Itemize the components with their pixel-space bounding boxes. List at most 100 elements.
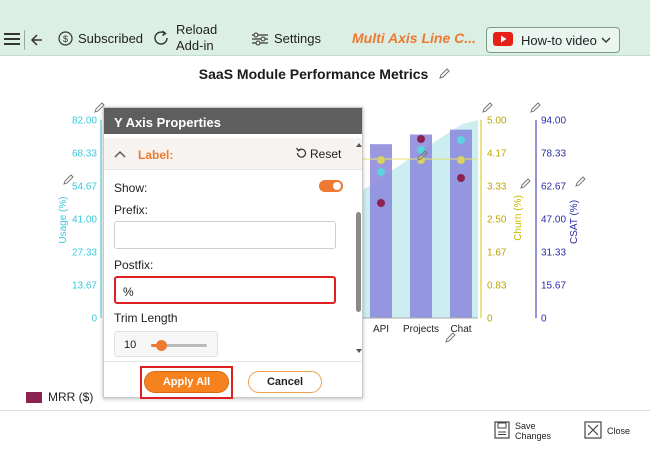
trim-length-label: Trim Length: [114, 311, 178, 325]
trim-length-control: 10: [114, 331, 218, 357]
close-icon: [584, 421, 602, 441]
chevron-down-icon: [600, 34, 612, 49]
trim-slider-handle[interactable]: [156, 340, 167, 351]
csat-tick-label: 31.33: [541, 248, 566, 259]
churn-axis-ticks: 5.00 4.17 3.33 2.50 1.67 0.83 0: [487, 116, 507, 325]
subscribed-label: Subscribed: [78, 31, 144, 46]
save-label-line1: Save: [515, 421, 536, 431]
prefix-input[interactable]: [114, 221, 336, 249]
usage-axis-ticks: 82.00 68.33 54.67 41.00 27.33 13.67 0: [72, 116, 97, 325]
postfix-label: Postfix:: [114, 258, 154, 272]
chart-title-row: SaaS Module Performance Metrics: [0, 66, 650, 83]
trim-length-value[interactable]: 10: [124, 339, 136, 351]
usage-tick-label: 41.00: [72, 215, 97, 226]
close-button[interactable]: Close: [584, 421, 630, 441]
settings-sliders-icon: [252, 32, 268, 46]
usage-tick-label: 68.33: [72, 149, 97, 160]
dollar-circle-icon: $: [58, 31, 73, 46]
toggle-knob: [333, 182, 341, 190]
legend-label-mrr[interactable]: MRR ($): [48, 390, 93, 404]
panel-footer: Apply All Cancel: [104, 361, 362, 399]
usage-tick-label: 27.33: [72, 248, 97, 259]
prefix-label: Prefix:: [114, 203, 149, 217]
csat-tick-label: 0: [541, 314, 547, 325]
app-title: Multi Axis Line C...: [352, 30, 476, 46]
churn-point-chat: [457, 156, 465, 164]
chart-title[interactable]: SaaS Module Performance Metrics: [199, 66, 429, 82]
bottom-bar: Save Changes Close: [0, 410, 650, 468]
back-arrow-icon[interactable]: [24, 30, 43, 50]
cancel-button[interactable]: Cancel: [248, 371, 322, 393]
reload-label-line1: Reload: [176, 22, 218, 37]
reload-label-line2: Add-in: [176, 38, 214, 53]
csat-axis-ticks: 94.00 78.33 62.67 47.00 31.33 15.67 0: [541, 116, 566, 325]
churn-tick-label: 4.17: [487, 149, 507, 160]
mrr-point-chat: [457, 174, 465, 182]
settings-label: Settings: [274, 31, 321, 46]
reload-icon: [152, 29, 170, 47]
churn-tick-label: 3.33: [487, 182, 507, 193]
show-toggle[interactable]: [319, 180, 343, 192]
svg-text:$: $: [63, 34, 68, 44]
csat-tick-label: 62.67: [541, 182, 566, 193]
csat-axis-label[interactable]: CSAT (%): [569, 200, 580, 244]
postfix-input[interactable]: %: [114, 276, 336, 304]
label-section-header[interactable]: Label: Reset: [104, 138, 362, 170]
usage-axis-label[interactable]: Usage (%): [58, 196, 69, 243]
scroll-thumb[interactable]: [356, 212, 361, 312]
csat-tick-label: 15.67: [541, 281, 566, 292]
scroll-down-icon[interactable]: [355, 348, 363, 354]
save-label-line2: Changes: [515, 431, 552, 441]
mrr-point-projects: [417, 135, 425, 143]
save-changes-button[interactable]: Save Changes: [494, 421, 551, 441]
usage-tick-label: 0: [91, 314, 97, 325]
reset-button[interactable]: Reset: [296, 147, 341, 161]
csat-tick-label: 78.33: [541, 149, 566, 160]
csat-tick-label: 47.00: [541, 215, 566, 226]
churn-tick-label: 5.00: [487, 116, 507, 127]
category-label-projects: Projects: [403, 324, 439, 335]
settings-button[interactable]: Settings: [252, 31, 321, 46]
churn-point-api: [377, 156, 385, 164]
churn-axis-label[interactable]: Churn (%): [513, 195, 524, 241]
youtube-icon: [493, 31, 513, 49]
y-axis-properties-panel: Y Axis Properties Label: Reset Show: Pre…: [103, 107, 363, 399]
subscribed-button[interactable]: $ Subscribed: [58, 31, 143, 46]
reload-addin-button[interactable]: Reload Add-in: [152, 22, 217, 54]
usage-tick-label: 54.67: [72, 182, 97, 193]
top-toolbar: $ Subscribed Reload Add-in Settings Mult…: [0, 0, 650, 56]
pencil-icon[interactable]: [575, 176, 586, 187]
howto-label: How-to video: [521, 32, 597, 48]
reset-icon: [296, 147, 307, 161]
usage-tick-label: 13.67: [72, 281, 97, 292]
apply-all-button[interactable]: Apply All: [144, 371, 229, 393]
app-root: $ Subscribed Reload Add-in Settings Mult…: [0, 0, 650, 468]
pencil-icon[interactable]: [482, 102, 493, 113]
usage-point-chat: [457, 136, 465, 144]
usage-tick-label: 82.00: [72, 116, 97, 127]
usage-point-api: [377, 168, 385, 176]
churn-tick-label: 2.50: [487, 215, 507, 226]
chevron-up-icon[interactable]: [114, 148, 126, 162]
legend-swatch-mrr: [26, 391, 42, 403]
csat-tick-label: 94.00: [541, 116, 566, 127]
pencil-icon[interactable]: [530, 102, 541, 113]
scroll-up-icon[interactable]: [355, 142, 363, 148]
howto-video-button[interactable]: How-to video: [486, 27, 620, 53]
reset-label: Reset: [310, 147, 342, 161]
pencil-icon[interactable]: [438, 67, 451, 83]
churn-tick-label: 0.83: [487, 281, 507, 292]
mrr-point-api: [377, 199, 385, 207]
churn-tick-label: 1.67: [487, 248, 507, 259]
churn-tick-label: 0: [487, 314, 493, 325]
pencil-icon[interactable]: [520, 178, 531, 189]
chart-legend: MRR ($): [26, 390, 93, 404]
save-icon: [494, 421, 510, 441]
close-label: Close: [607, 426, 631, 436]
category-label-api: API: [373, 324, 389, 335]
show-label: Show:: [114, 181, 148, 195]
panel-scrollbar[interactable]: [354, 142, 362, 354]
panel-title: Y Axis Properties: [104, 108, 362, 134]
section-label: Label:: [138, 148, 174, 162]
hamburger-icon[interactable]: [4, 32, 20, 46]
